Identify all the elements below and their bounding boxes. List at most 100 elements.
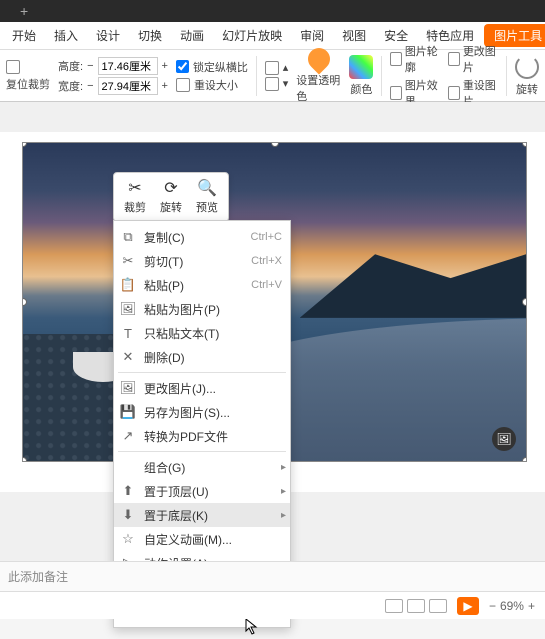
width-input[interactable] bbox=[98, 77, 158, 95]
transparency-label: 设置透明色 bbox=[296, 72, 341, 104]
tab-view[interactable]: 视图 bbox=[334, 23, 374, 48]
tab-start[interactable]: 开始 bbox=[4, 23, 44, 48]
new-tab-plus[interactable]: + bbox=[20, 3, 28, 19]
change-pic-label: 更改图片 bbox=[463, 43, 498, 75]
context-menu-item[interactable]: ✂剪切(T)Ctrl+X bbox=[114, 249, 290, 273]
crop-icon: ✂ bbox=[126, 179, 144, 197]
context-menu-item[interactable]: 🖼粘贴为图片(P) bbox=[114, 297, 290, 321]
menu-item-label: 删除(D) bbox=[144, 349, 282, 366]
reading-view-button[interactable] bbox=[429, 599, 447, 613]
notes-pane[interactable]: 此添加备注 bbox=[0, 561, 545, 591]
tab-design[interactable]: 设计 bbox=[88, 23, 128, 48]
menu-item-icon: ↗ bbox=[120, 428, 136, 444]
picture-options-badge[interactable]: 🖼 bbox=[492, 427, 516, 451]
quick-preview-button[interactable]: 🔍 预览 bbox=[190, 177, 224, 217]
status-bar: ▶ − 69% + bbox=[0, 591, 545, 619]
resize-handle-tr[interactable] bbox=[522, 142, 527, 147]
menu-item-label: 置于底层(K) bbox=[144, 507, 282, 524]
reset-crop-button[interactable]: 复位裁剪 bbox=[6, 76, 50, 92]
menu-item-icon: 💾 bbox=[120, 404, 136, 420]
adjust-icon-2 bbox=[265, 77, 279, 91]
submenu-arrow-icon: ▸ bbox=[281, 486, 286, 497]
height-stepper-down[interactable]: − bbox=[87, 60, 93, 72]
sorter-view-button[interactable] bbox=[407, 599, 425, 613]
submenu-arrow-icon: ▸ bbox=[281, 462, 286, 473]
context-menu-item[interactable]: ⧉复制(C)Ctrl+C bbox=[114, 225, 290, 249]
menu-separator bbox=[118, 451, 286, 452]
separator bbox=[256, 56, 257, 96]
menu-item-label: 粘贴(P) bbox=[144, 277, 243, 294]
resize-handle-ml[interactable] bbox=[22, 298, 27, 306]
menu-item-icon: ✂ bbox=[120, 253, 136, 269]
rotate-icon bbox=[515, 55, 539, 79]
context-menu-item[interactable]: ↗ 转换为PDF文件 bbox=[114, 424, 290, 448]
lock-ratio-label: 锁定纵横比 bbox=[193, 59, 248, 75]
resize-handle-bl[interactable] bbox=[22, 457, 27, 462]
quick-preview-label: 预览 bbox=[196, 199, 218, 215]
menu-item-label: 转换为PDF文件 bbox=[144, 428, 282, 445]
droplet-icon bbox=[303, 43, 334, 74]
width-stepper-up[interactable]: + bbox=[162, 80, 168, 92]
menu-item-label: 复制(C) bbox=[144, 229, 243, 246]
separator bbox=[381, 56, 382, 96]
zoom-value[interactable]: 69% bbox=[500, 599, 524, 613]
menu-item-label: 更改图片(J)... bbox=[144, 380, 282, 397]
rotate-label: 旋转 bbox=[516, 81, 538, 97]
reset-size-button[interactable]: 重设大小 bbox=[194, 77, 238, 93]
slideshow-button[interactable]: ▶ bbox=[457, 597, 479, 615]
tab-review[interactable]: 审阅 bbox=[292, 23, 332, 48]
context-menu-item[interactable]: 📋粘贴(P)Ctrl+V bbox=[114, 273, 290, 297]
context-menu-item[interactable]: 🖼更改图片(J)... bbox=[114, 376, 290, 400]
context-menu-item[interactable]: ⬆置于顶层(U)▸ bbox=[114, 479, 290, 503]
tab-insert[interactable]: 插入 bbox=[46, 23, 86, 48]
quick-crop-button[interactable]: ✂ 裁剪 bbox=[118, 177, 152, 217]
tab-animation[interactable]: 动画 bbox=[172, 23, 212, 48]
context-menu-item[interactable]: ✕ 删除(D) bbox=[114, 345, 290, 369]
crop-icon bbox=[6, 60, 20, 74]
menu-item-icon: T bbox=[120, 325, 136, 341]
lock-ratio-checkbox[interactable] bbox=[176, 60, 189, 73]
width-stepper-down[interactable]: − bbox=[87, 80, 93, 92]
menu-item-label: 另存为图片(S)... bbox=[144, 404, 282, 421]
menu-item-icon: ☆ bbox=[120, 531, 136, 547]
slide-canvas[interactable]: 🖼 ✂ 裁剪 ⟳ 旋转 🔍 预览 ⧉复制(C)Ctrl+C✂剪切(T)Ctrl+… bbox=[0, 102, 545, 619]
menu-item-icon bbox=[120, 459, 136, 475]
resize-handle-mr[interactable] bbox=[522, 298, 527, 306]
context-menu-item[interactable]: 💾 另存为图片(S)... bbox=[114, 400, 290, 424]
color-button[interactable]: 颜色 bbox=[349, 55, 373, 97]
transparency-button[interactable]: 设置透明色 bbox=[296, 48, 341, 104]
resize-handle-br[interactable] bbox=[522, 457, 527, 462]
picture-outline-button[interactable]: 图片轮廓 bbox=[390, 43, 440, 75]
adjust-up[interactable]: ▴ bbox=[283, 61, 289, 74]
context-menu-item[interactable]: 组合(G)▸ bbox=[114, 455, 290, 479]
menu-item-label: 只粘贴文本(T) bbox=[144, 325, 282, 342]
menu-item-icon: ✕ bbox=[120, 349, 136, 365]
normal-view-button[interactable] bbox=[385, 599, 403, 613]
menu-item-icon: ⬇ bbox=[120, 507, 136, 523]
zoom-out-button[interactable]: − bbox=[489, 599, 496, 613]
context-menu-item[interactable]: ☆自定义动画(M)... bbox=[114, 527, 290, 551]
menu-item-icon: ⬆ bbox=[120, 483, 136, 499]
height-label: 高度: bbox=[58, 58, 83, 74]
resize-handle-tl[interactable] bbox=[22, 142, 27, 147]
menu-item-shortcut: Ctrl+C bbox=[251, 231, 282, 243]
quick-rotate-button[interactable]: ⟳ 旋转 bbox=[154, 177, 188, 217]
adjust-down[interactable]: ▾ bbox=[283, 77, 289, 90]
height-stepper-up[interactable]: + bbox=[162, 60, 168, 72]
outline-icon bbox=[390, 52, 402, 66]
adjust-icon bbox=[265, 61, 279, 75]
separator bbox=[506, 56, 507, 96]
height-input[interactable] bbox=[98, 57, 158, 75]
change-picture-button[interactable]: 更改图片 bbox=[448, 43, 498, 75]
submenu-arrow-icon: ▸ bbox=[281, 510, 286, 521]
resize-handle-tc[interactable] bbox=[271, 142, 279, 147]
context-menu-item[interactable]: T 只粘贴文本(T) bbox=[114, 321, 290, 345]
rotate-button[interactable]: 旋转 bbox=[515, 55, 539, 97]
zoom-control: − 69% + bbox=[489, 599, 535, 613]
floating-quick-toolbar: ✂ 裁剪 ⟳ 旋转 🔍 预览 bbox=[113, 172, 229, 222]
tab-transition[interactable]: 切换 bbox=[130, 23, 170, 48]
titlebar: + bbox=[0, 0, 545, 22]
context-menu-item[interactable]: ⬇ 置于底层(K)▸ bbox=[114, 503, 290, 527]
tab-slideshow[interactable]: 幻灯片放映 bbox=[214, 23, 290, 48]
zoom-in-button[interactable]: + bbox=[528, 599, 535, 613]
